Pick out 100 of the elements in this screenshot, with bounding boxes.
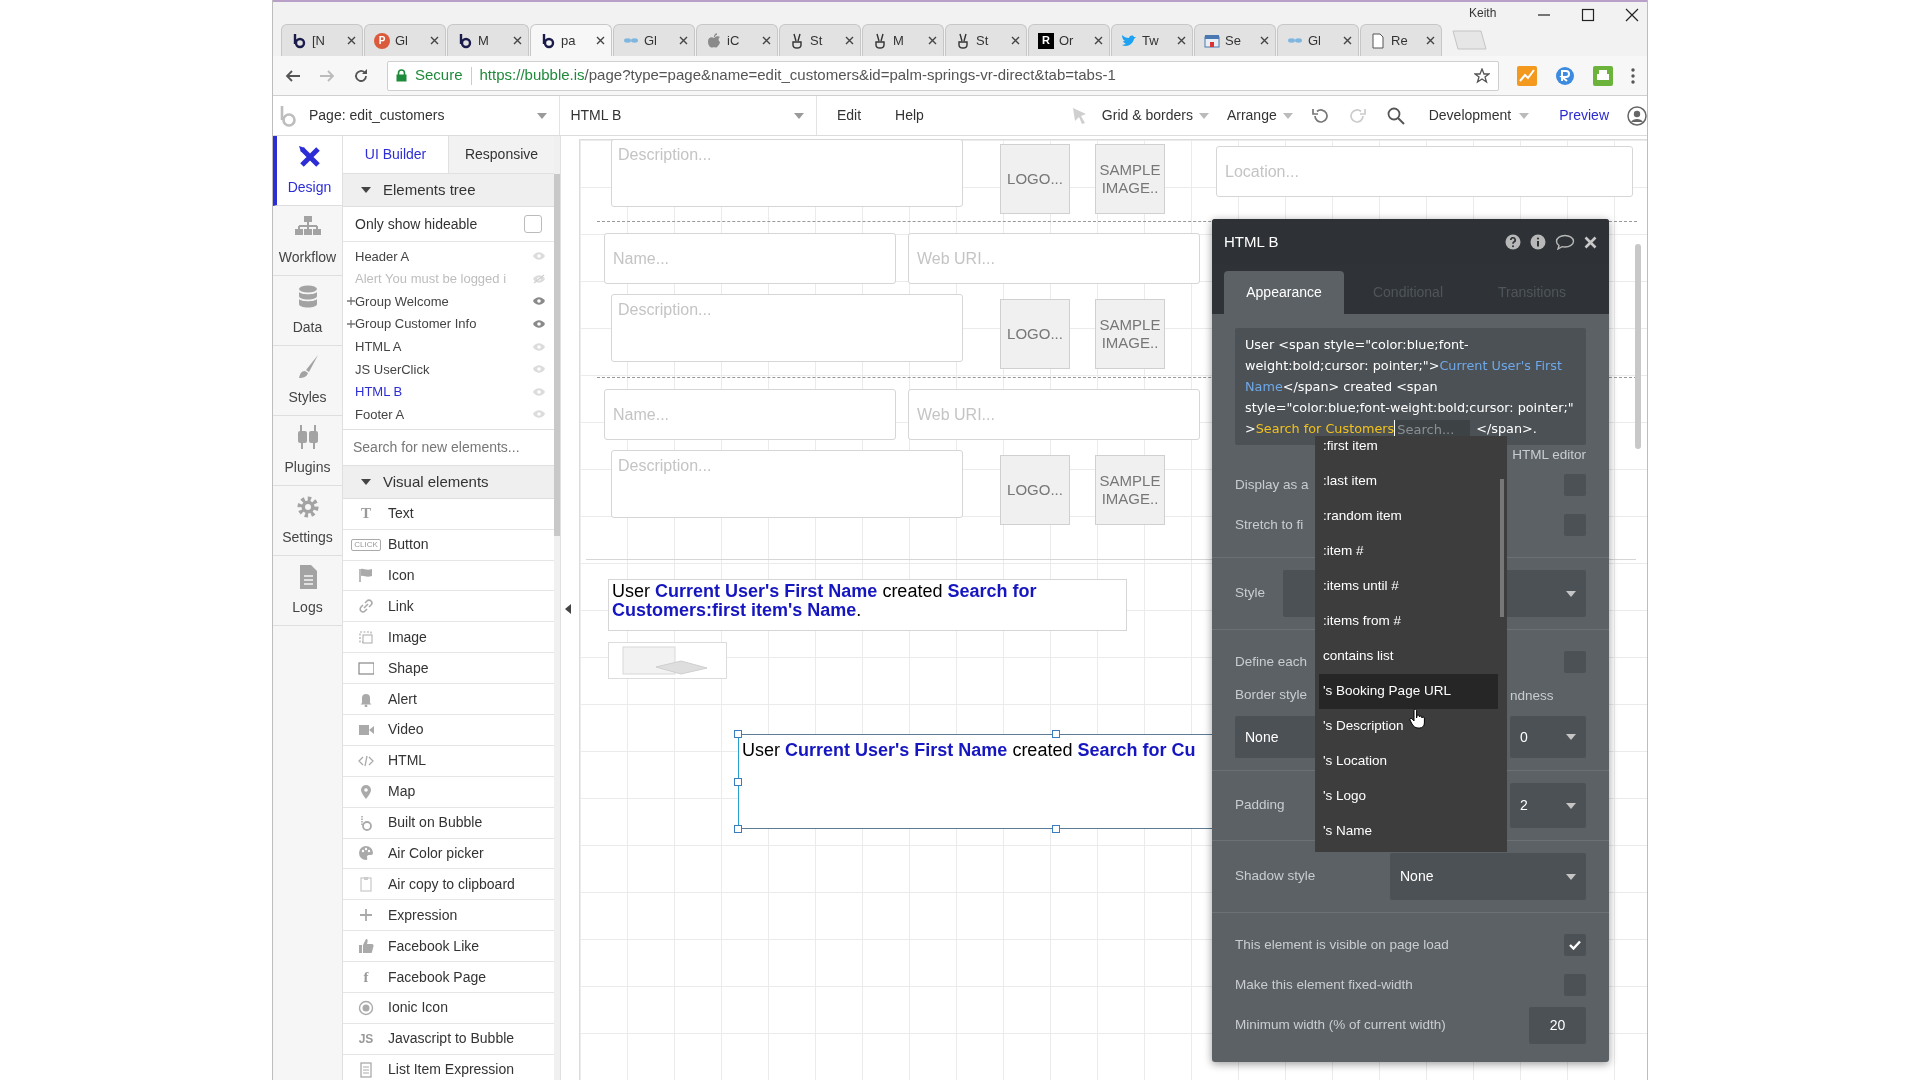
location-field[interactable]: Location... bbox=[1216, 146, 1633, 197]
element-type-item[interactable]: Image bbox=[343, 622, 555, 654]
nav-tab[interactable]: Data bbox=[273, 276, 342, 346]
picture-uploader[interactable]: SAMPLE IMAGE.. bbox=[1095, 144, 1165, 214]
description-field[interactable]: Description... bbox=[611, 294, 963, 362]
suggestion-item[interactable]: 's Description bbox=[1319, 709, 1498, 744]
browser-tab[interactable]: P Gl bbox=[364, 24, 446, 56]
comment-icon[interactable] bbox=[1555, 234, 1575, 250]
picture-uploader[interactable]: SAMPLE IMAGE.. bbox=[1095, 299, 1165, 369]
select-dropdown[interactable]: 0 bbox=[1510, 716, 1586, 758]
scrollbar[interactable] bbox=[1500, 479, 1504, 617]
picture-uploader[interactable]: LOGO... bbox=[1000, 144, 1070, 214]
browser-tab[interactable]: Gl bbox=[613, 24, 695, 56]
picture-uploader[interactable]: LOGO... bbox=[1000, 455, 1070, 525]
resize-handle[interactable] bbox=[1052, 825, 1060, 833]
eye-icon[interactable] bbox=[532, 319, 547, 330]
page-dropdown[interactable]: Page: edit_customers bbox=[309, 96, 561, 135]
nav-tab[interactable]: Workflow bbox=[273, 206, 342, 276]
panel-tab[interactable]: Appearance bbox=[1224, 271, 1344, 314]
letter-r-extension-icon[interactable] bbox=[1555, 65, 1575, 86]
description-field[interactable]: Description... bbox=[611, 139, 963, 207]
star-icon[interactable] bbox=[1474, 67, 1490, 84]
element-type-item[interactable]: Air Color picker bbox=[343, 838, 555, 870]
select-dropdown[interactable]: 2 bbox=[1510, 783, 1586, 828]
browser-tab[interactable]: Se bbox=[1194, 24, 1276, 56]
picture-uploader[interactable]: SAMPLE IMAGE.. bbox=[1095, 455, 1165, 525]
browser-tab[interactable]: R Or bbox=[1028, 24, 1110, 56]
nav-tab[interactable]: Logs bbox=[273, 556, 342, 626]
url-field[interactable]: Web URI... bbox=[908, 233, 1200, 284]
resize-handle[interactable] bbox=[734, 825, 742, 833]
nav-tab[interactable]: Settings bbox=[273, 486, 342, 556]
tree-item[interactable]: HTML B bbox=[343, 380, 555, 404]
element-type-item[interactable]: Map bbox=[343, 776, 555, 808]
browser-tab[interactable]: M bbox=[862, 24, 944, 56]
browser-tab[interactable]: [N bbox=[281, 24, 363, 56]
more-icon[interactable] bbox=[1631, 67, 1635, 84]
checkbox[interactable] bbox=[524, 215, 543, 233]
chart-extension-icon[interactable] bbox=[1517, 65, 1537, 86]
browser-tab[interactable]: M bbox=[447, 24, 529, 56]
suggestion-item[interactable]: 's Location bbox=[1319, 744, 1498, 779]
element-dropdown[interactable]: HTML B bbox=[560, 96, 817, 135]
suggestion-item[interactable]: 's Logo bbox=[1319, 779, 1498, 814]
help-icon[interactable] bbox=[1505, 234, 1521, 250]
suggestion-item[interactable]: contains list bbox=[1319, 639, 1498, 674]
browser-tab[interactable]: St bbox=[945, 24, 1027, 56]
panel-tab[interactable]: Responsive bbox=[448, 136, 555, 174]
url-field[interactable]: Web URI... bbox=[908, 389, 1200, 440]
element-type-item[interactable]: Air copy to clipboard bbox=[343, 869, 555, 901]
collapse-arrow-icon[interactable] bbox=[565, 604, 571, 614]
address-bar[interactable]: Secure https://bubble.is/page?type=page&name=edit_customers&id=palm-springs-vr-direct&tab=tabs-1 bbox=[387, 60, 1499, 91]
element-type-item[interactable]: Shape bbox=[343, 653, 555, 685]
browser-tab[interactable]: Tw bbox=[1111, 24, 1193, 56]
resize-handle[interactable] bbox=[734, 778, 742, 786]
suggestion-item[interactable]: 's Name bbox=[1319, 814, 1498, 849]
version-dropdown[interactable]: Development bbox=[1428, 105, 1530, 126]
browser-tab[interactable]: St bbox=[779, 24, 861, 56]
element-type-item[interactable]: Alert bbox=[343, 684, 555, 715]
close-icon[interactable] bbox=[1625, 8, 1639, 22]
printer-extension-icon[interactable] bbox=[1593, 65, 1613, 86]
browser-tab[interactable]: iC bbox=[696, 24, 778, 56]
undo-icon[interactable] bbox=[1310, 106, 1329, 125]
resize-handle[interactable] bbox=[734, 730, 742, 738]
name-field[interactable]: Name... bbox=[604, 233, 896, 284]
nav-tab[interactable]: Design bbox=[273, 136, 342, 206]
tree-item[interactable]: Header A bbox=[343, 245, 555, 268]
section-header[interactable]: Elements tree bbox=[343, 174, 555, 207]
nav-tab[interactable]: Styles bbox=[273, 346, 342, 416]
suggestion-item[interactable]: :item # bbox=[1319, 534, 1498, 569]
forward-icon[interactable] bbox=[319, 67, 335, 84]
account-icon[interactable] bbox=[1627, 105, 1647, 126]
search-icon[interactable] bbox=[1386, 106, 1405, 125]
number-field[interactable]: 20 bbox=[1529, 1006, 1586, 1044]
element-type-item[interactable]: Ionic Icon bbox=[343, 993, 555, 1024]
suggestion-item[interactable]: :items until # bbox=[1319, 569, 1498, 604]
tree-item[interactable]: HTML A bbox=[343, 335, 555, 358]
tree-item[interactable]: Group Welcome bbox=[343, 290, 555, 313]
menu-item[interactable]: Help bbox=[895, 105, 924, 126]
reload-icon[interactable] bbox=[353, 67, 369, 84]
name-field[interactable]: Name... bbox=[604, 389, 896, 440]
menu-item[interactable]: Edit bbox=[836, 105, 862, 126]
select-dropdown[interactable]: None bbox=[1390, 853, 1586, 900]
resize-handle[interactable] bbox=[1052, 730, 1060, 738]
maximize-icon[interactable] bbox=[1581, 8, 1595, 22]
tree-item[interactable]: JS UserClick bbox=[343, 357, 555, 381]
scrollbar[interactable] bbox=[1635, 244, 1641, 449]
browser-tab[interactable]: Gl bbox=[1277, 24, 1359, 56]
browser-tab[interactable]: Re bbox=[1360, 24, 1442, 56]
nav-tab[interactable]: Plugins bbox=[273, 416, 342, 486]
element-type-item[interactable]: Video bbox=[343, 715, 555, 746]
info-icon[interactable] bbox=[1530, 234, 1546, 250]
arrange-menu[interactable]: Arrange bbox=[1226, 105, 1293, 126]
grid-borders-menu[interactable]: Grid & borders bbox=[1101, 105, 1209, 126]
description-field[interactable]: Description... bbox=[611, 450, 963, 518]
element-type-item[interactable]: Icon bbox=[343, 560, 555, 592]
browser-tab[interactable]: pa bbox=[530, 24, 612, 56]
eye-icon[interactable] bbox=[532, 296, 547, 307]
picture-uploader[interactable]: LOGO... bbox=[1000, 299, 1070, 369]
back-icon[interactable] bbox=[285, 67, 301, 84]
checkbox[interactable] bbox=[1564, 934, 1586, 956]
suggestion-item[interactable]: :items from # bbox=[1319, 604, 1498, 639]
